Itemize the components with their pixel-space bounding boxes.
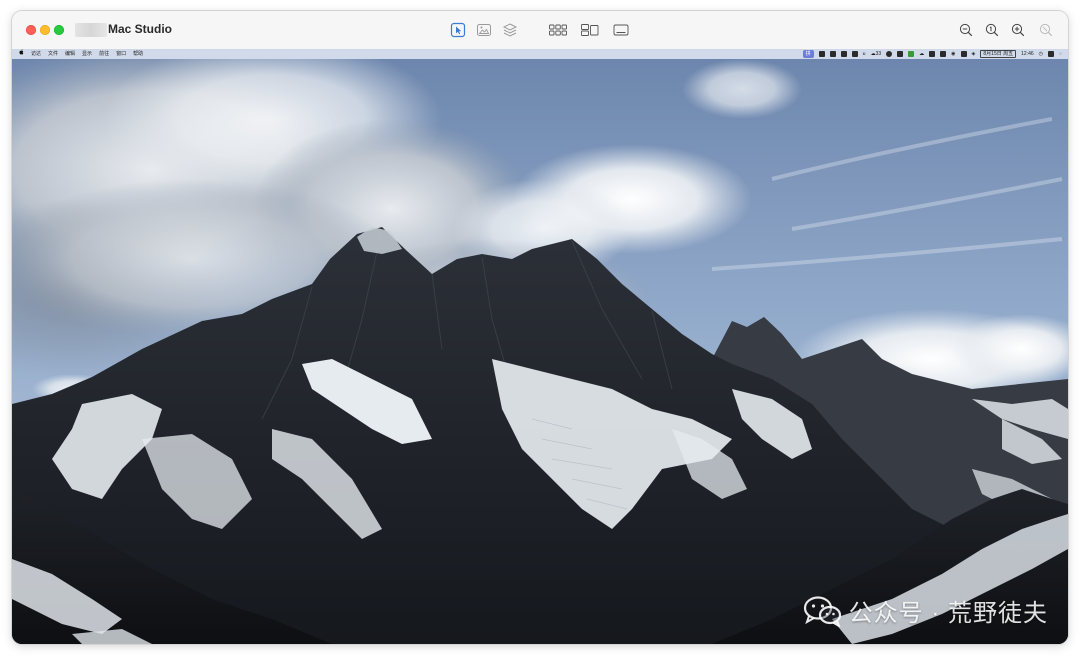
app-window: Mac Studio 访达 文件 编辑 显示 前往 窗口 帮助 拼 ꞟ ☁33 … xyxy=(12,11,1068,644)
input-method-icon[interactable]: 拼 xyxy=(802,50,814,58)
display-status-icon[interactable] xyxy=(940,51,947,57)
siri-icon[interactable]: ◌ xyxy=(1059,49,1062,59)
mountain-wallpaper xyxy=(12,59,1068,644)
display-icon[interactable] xyxy=(612,22,630,38)
title-bar: Mac Studio xyxy=(12,11,1068,50)
apple-icon[interactable] xyxy=(19,49,24,59)
layers-icon[interactable] xyxy=(502,22,518,38)
blurred-title-prefix xyxy=(75,23,107,37)
media-status-icon[interactable] xyxy=(960,51,967,57)
menu-item-window[interactable]: 窗口 xyxy=(116,49,126,59)
close-button[interactable] xyxy=(26,25,36,35)
menu-item-view[interactable]: 显示 xyxy=(82,49,92,59)
image-status-icon[interactable] xyxy=(851,51,858,57)
date-display[interactable]: 8月15日 周五 xyxy=(980,50,1017,58)
actual-size-icon[interactable] xyxy=(984,22,1000,38)
cloud-icon[interactable]: ☁ xyxy=(919,49,924,59)
picture-icon[interactable] xyxy=(476,22,492,38)
menu-item-finder[interactable]: 访达 xyxy=(31,49,41,59)
monitor-status-icon[interactable] xyxy=(897,51,904,57)
window-tiling-icon[interactable] xyxy=(818,51,825,57)
grid-menu-icon[interactable] xyxy=(829,51,836,57)
window-arrange-icon[interactable] xyxy=(580,22,600,38)
minimize-button[interactable] xyxy=(40,25,50,35)
menu-item-help[interactable]: 帮助 xyxy=(133,49,143,59)
watermark: 公众号 · 荒野徒夫 xyxy=(803,593,1048,628)
menu-item-edit[interactable]: 编辑 xyxy=(65,49,75,59)
status-value: 33 xyxy=(875,51,882,57)
timer-icon[interactable]: ◷ xyxy=(1039,49,1043,59)
menu-item-file[interactable]: 文件 xyxy=(48,49,58,59)
window-title: Mac Studio xyxy=(108,22,173,36)
pointer-mode-icon[interactable] xyxy=(450,22,466,38)
menu-item-go[interactable]: 前往 xyxy=(99,49,109,59)
zoom-in-icon[interactable] xyxy=(1010,22,1026,38)
clock-time[interactable]: 12:46 xyxy=(1021,49,1034,59)
record-icon[interactable]: ◉ xyxy=(951,49,955,59)
remote-menu-bar: 访达 文件 编辑 显示 前往 窗口 帮助 拼 ꞟ ☁33 ☁ ◉ ◈ 8月15日… xyxy=(12,49,1068,59)
status-dot-icon[interactable] xyxy=(886,51,893,57)
zoom-out-icon[interactable] xyxy=(958,22,974,38)
wechat-icon xyxy=(803,595,841,627)
remote-screen[interactable]: 访达 文件 编辑 显示 前往 窗口 帮助 拼 ꞟ ☁33 ☁ ◉ ◈ 8月15日… xyxy=(12,49,1068,644)
control-center-icon[interactable] xyxy=(1048,51,1055,57)
figure-icon[interactable]: ꞟ xyxy=(863,49,866,59)
app-status-icon[interactable] xyxy=(840,51,847,57)
watermark-text: 公众号 · 荒野徒夫 xyxy=(848,600,1048,627)
navigation-icon[interactable]: ◈ xyxy=(972,49,976,59)
window-status-icon[interactable] xyxy=(929,51,936,57)
battery-status-icon[interactable] xyxy=(908,51,915,57)
grid-view-icon[interactable] xyxy=(548,22,568,38)
zoom-button[interactable] xyxy=(54,25,64,35)
weather-status-icon[interactable]: ☁33 xyxy=(871,49,882,59)
zoom-fit-icon[interactable] xyxy=(1038,22,1054,38)
